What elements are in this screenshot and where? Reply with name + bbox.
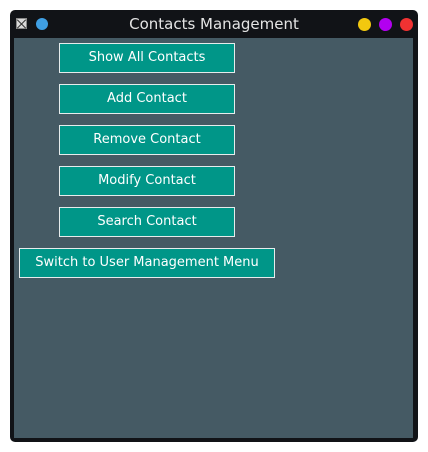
modify-contact-button[interactable]: Modify Contact <box>59 166 235 196</box>
title-bar[interactable]: Contacts Management <box>10 10 418 38</box>
show-all-contacts-button[interactable]: Show All Contacts <box>59 43 235 73</box>
window-title: Contacts Management <box>129 15 299 33</box>
remove-contact-button[interactable]: Remove Contact <box>59 125 235 155</box>
maximize-button[interactable] <box>379 18 392 31</box>
search-contact-button[interactable]: Search Contact <box>59 207 235 237</box>
app-window: Contacts Management Show All Contacts Ad… <box>10 10 418 442</box>
add-contact-button[interactable]: Add Contact <box>59 84 235 114</box>
switch-user-management-button[interactable]: Switch to User Management Menu <box>19 248 275 278</box>
close-button[interactable] <box>400 18 413 31</box>
main-panel: Show All Contacts Add Contact Remove Con… <box>14 38 413 438</box>
minimize-button[interactable] <box>358 18 371 31</box>
